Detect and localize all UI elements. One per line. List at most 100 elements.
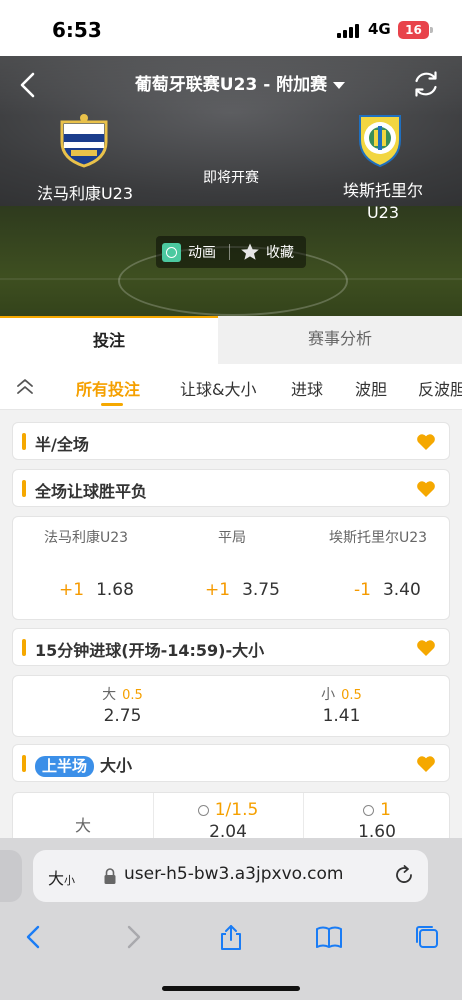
league-selector[interactable]: 葡萄牙联赛U23 - 附加赛 (120, 70, 360, 96)
home-odds: 1.68 (96, 580, 134, 600)
heart-icon[interactable] (416, 480, 436, 498)
under-label-row: 小 0.5 (232, 684, 451, 704)
draw-label: 平局 (218, 530, 246, 546)
market-title: 15分钟进球(开场-14:59)-大小 (35, 641, 265, 660)
over-label-row: 大 0.5 (13, 684, 232, 704)
over-label: 大 (102, 687, 117, 703)
browser-forward-icon[interactable] (118, 922, 148, 952)
away-team-name: 埃斯托里尔 U23 (318, 180, 448, 224)
heart-icon[interactable] (416, 433, 436, 451)
line2-row: 1 (303, 800, 451, 820)
line1: 1/1.5 (214, 800, 259, 820)
line1-row: 1/1.5 (153, 800, 303, 820)
market-title: 半/全场 (35, 435, 89, 454)
address-bar[interactable]: 大小 user-h5-bw3.a3jpxvo.com (33, 850, 428, 902)
page: 6:53 4G 16 葡萄牙联赛U23 - 附加赛 法马利康U23 即将开赛 埃… (0, 0, 462, 1000)
action-bar: 动画 收藏 (156, 236, 306, 268)
market-title: 大小 (100, 756, 133, 775)
status-bar: 6:53 4G 16 (0, 0, 462, 56)
filter-all-bets[interactable]: 所有投注 (76, 376, 140, 400)
battery-cap (430, 27, 433, 33)
draw-odds-button[interactable]: +1 3.75 (205, 580, 280, 600)
refresh-icon (415, 71, 437, 97)
over-odds-button[interactable]: 2.75 (13, 706, 232, 726)
market-filter-bar: 所有投注 让球&大小 进球 波胆 反波胆 (0, 364, 462, 410)
bookmarks-icon[interactable] (314, 922, 344, 952)
market-accent-bar (22, 755, 26, 772)
away-odds-button[interactable]: -1 3.40 (354, 580, 421, 600)
back-button[interactable] (14, 70, 44, 100)
market-header-first-half[interactable]: 上半场 大小 (12, 744, 450, 782)
heart-icon[interactable] (416, 755, 436, 773)
home-odds-button[interactable]: +1 1.68 (59, 580, 134, 600)
browser-toolbar (0, 916, 462, 966)
filter-anti-correct-score[interactable]: 反波胆 (418, 376, 462, 400)
market-accent-bar (22, 639, 26, 656)
status-time: 6:53 (52, 18, 102, 42)
lock-icon (104, 868, 116, 884)
away-team-name-line2: U23 (366, 203, 400, 222)
under-label: 小 (321, 687, 336, 703)
away-team-name-line1: 埃斯托里尔 (342, 181, 423, 200)
previous-tab-bar[interactable] (0, 850, 22, 902)
text-size-button[interactable]: 大小 (48, 865, 75, 889)
collapse-chevrons-icon[interactable] (15, 377, 35, 397)
first-half-row-label: 大 (74, 816, 91, 835)
star-icon (241, 243, 259, 260)
market-title-row: 上半场 大小 (35, 752, 132, 777)
over-line: 0.5 (122, 688, 143, 703)
aa-small: 小 (64, 874, 76, 887)
under-odds-button[interactable]: 1.41 (232, 706, 451, 726)
action-divider (229, 244, 230, 260)
home-team-name: 法马利康U23 (36, 184, 134, 203)
reload-icon[interactable] (393, 864, 415, 886)
handicap-odds-box: 法马利康U23 平局 埃斯托里尔U23 +1 1.68 +1 3.75 -1 3.40 (12, 516, 450, 620)
network-type: 4G (368, 20, 391, 38)
filter-goals[interactable]: 进球 (291, 376, 323, 400)
market-header-full-handicap[interactable]: 全场让球胜平负 (12, 469, 450, 507)
home-team-crest-icon (60, 114, 108, 168)
animation-button[interactable]: 动画 (162, 242, 216, 262)
market-header-15min-goals[interactable]: 15分钟进球(开场-14:59)-大小 (12, 628, 450, 666)
match-status: 即将开赛 (203, 170, 259, 186)
circle-icon (363, 804, 375, 816)
tab-analysis[interactable]: 赛事分析 (218, 316, 462, 364)
browser-back-icon[interactable] (19, 922, 49, 952)
share-icon[interactable] (216, 922, 246, 952)
refresh-button[interactable] (411, 69, 441, 99)
filter-handicap-overunder[interactable]: 让球&大小 (180, 376, 256, 400)
market-accent-bar (22, 433, 26, 450)
away-team-crest-icon (359, 115, 401, 168)
tab-bet[interactable]: 投注 (0, 316, 218, 364)
filter-correct-score[interactable]: 波胆 (355, 376, 387, 400)
signal-icon (337, 23, 363, 38)
animation-label: 动画 (188, 245, 216, 261)
aa-big: 大 (48, 869, 65, 888)
tabs-icon[interactable] (412, 922, 442, 952)
pitch-animation-icon (162, 242, 181, 262)
away-odds: 3.40 (382, 580, 421, 600)
battery-icon: 16 (398, 21, 429, 39)
filter-active-indicator (101, 403, 123, 406)
under-line: 0.5 (341, 688, 362, 703)
url-text: user-h5-bw3.a3jpxvo.com (124, 864, 344, 884)
line2: 1 (380, 800, 391, 820)
caret-down-icon (333, 81, 346, 89)
chevron-left-icon (20, 72, 35, 98)
market-accent-bar (22, 480, 26, 497)
favorite-label: 收藏 (266, 245, 294, 261)
market-title: 全场让球胜平负 (35, 482, 148, 501)
away-handicap: -1 (354, 580, 371, 600)
favorite-button[interactable]: 收藏 (240, 242, 294, 262)
heart-icon[interactable] (416, 639, 436, 657)
home-label: 法马利康U23 (43, 530, 129, 546)
market-header-half-full[interactable]: 半/全场 (12, 422, 450, 460)
league-title: 葡萄牙联赛U23 - 附加赛 (134, 75, 328, 95)
draw-handicap: +1 (205, 580, 231, 600)
circle-icon (197, 804, 209, 816)
home-indicator (162, 986, 300, 991)
away-label: 埃斯托里尔U23 (328, 530, 428, 546)
main-tabs: 投注 赛事分析 (0, 316, 462, 364)
first-half-badge: 上半场 (35, 756, 95, 777)
home-handicap: +1 (59, 580, 85, 600)
